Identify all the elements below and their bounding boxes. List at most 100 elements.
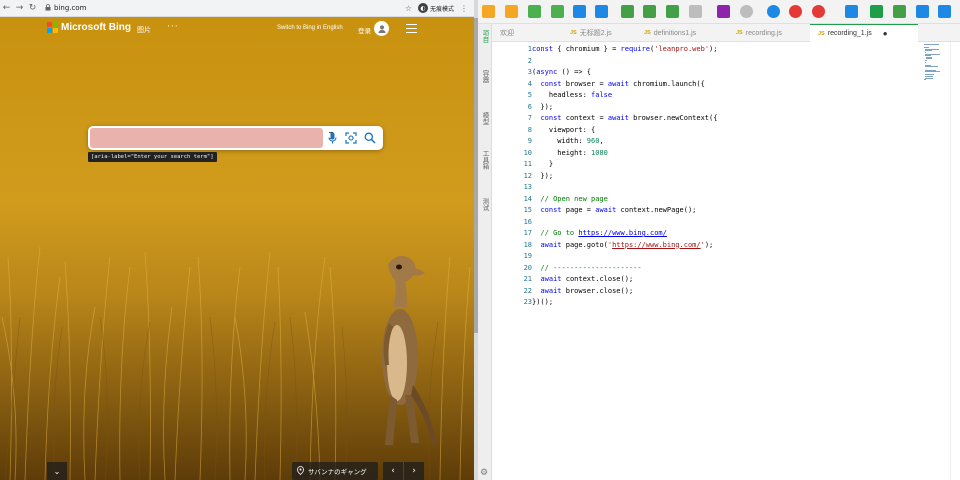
code-line[interactable]: // --------------------- [532, 263, 642, 275]
sidebar-tab-test[interactable]: 测试 [479, 198, 491, 211]
code-token: const [540, 79, 562, 88]
forward-button[interactable]: → [13, 1, 26, 16]
line-number: 3 [527, 68, 532, 76]
address-bar: ← → ↻ bing.com ☆ ◐ 无痕模式 ⋮ [0, 0, 474, 17]
code-token: false [591, 91, 613, 99]
url-field[interactable]: bing.com [45, 3, 405, 13]
record-icon[interactable] [740, 5, 753, 18]
web-icon[interactable] [870, 5, 883, 18]
code-line[interactable]: const { chromium } = require('leanpro.we… [532, 44, 717, 56]
code-line[interactable]: width: 960, [532, 136, 604, 148]
open-icon[interactable] [551, 5, 564, 18]
sidebar-tab-toolbox[interactable]: 工具箱 [479, 150, 491, 170]
incognito-label: 无痕模式 [429, 5, 454, 13]
more-menu-button[interactable]: ··· [167, 22, 179, 32]
menu-kebab-icon[interactable]: ⋮ [460, 4, 468, 13]
user-avatar-icon[interactable] [374, 21, 389, 36]
new-project-icon[interactable] [528, 5, 541, 18]
spy-icon[interactable] [845, 5, 858, 18]
tab-recording-1[interactable]: JS recording_1.js ● [810, 24, 918, 42]
code-editor[interactable]: 1 2 3 4 5 6 7 8 9 10 11 12 13 14 15 16 17 18 19 20 21 22 23 co… [492, 42, 960, 480]
save-all-icon[interactable] [595, 5, 608, 18]
code-line[interactable]: const browser = await chromium.launch({ [532, 79, 704, 91]
address-bar-actions: ☆ ◐ 无痕模式 ⋮ [405, 3, 474, 13]
refresh-icon[interactable] [812, 5, 825, 18]
code-line[interactable]: viewport: { [532, 125, 595, 137]
image-location-button[interactable]: サバンナのギャング [292, 462, 378, 480]
open-folder-icon[interactable] [505, 5, 518, 18]
code-line[interactable]: // Open new page [532, 194, 607, 206]
save-icon[interactable] [573, 5, 586, 18]
js-file-icon: JS [644, 30, 651, 36]
back-button[interactable]: ← [0, 1, 13, 16]
sidebar-tab-model[interactable]: 模型 [479, 112, 491, 125]
code-token: // --------------------- [532, 263, 642, 272]
new-file-icon[interactable] [482, 5, 495, 18]
code-token: } [532, 160, 554, 168]
tab-recording[interactable]: JS recording.js [728, 24, 782, 42]
code-line[interactable]: } [532, 159, 553, 171]
search-icon[interactable] [362, 130, 378, 146]
minimap-line [924, 66, 939, 68]
code-token[interactable]: https://www.bing.com/ [612, 241, 701, 249]
minimap-line [924, 71, 940, 73]
code-line[interactable]: const page = await context.newPage(); [532, 205, 696, 217]
switch-language-link[interactable]: Switch to Bing in English [277, 25, 343, 31]
code-line[interactable]: }); [532, 102, 553, 114]
previous-image-button[interactable]: ‹ [383, 462, 403, 480]
incognito-indicator[interactable]: ◐ 无痕模式 [417, 3, 454, 13]
layout-icon[interactable] [916, 5, 929, 18]
code-line[interactable]: // Go to https://www.bing.com/ [532, 228, 667, 240]
reload-button[interactable]: ↻ [26, 1, 39, 16]
run-all-icon[interactable] [643, 5, 656, 18]
code-line[interactable]: }); [532, 171, 553, 183]
minimap[interactable] [924, 42, 948, 82]
stop-icon[interactable] [689, 5, 702, 18]
code-line[interactable]: headless: false [532, 90, 612, 102]
code-line[interactable]: await page.goto('https://www.bing.com/')… [532, 240, 713, 252]
terminal-icon[interactable] [717, 5, 730, 18]
run-icon[interactable] [666, 5, 679, 18]
code-line[interactable]: height: 1080 [532, 148, 608, 160]
code-token: , [599, 137, 604, 145]
incognito-icon: ◐ [417, 3, 428, 13]
pause-icon[interactable] [767, 5, 780, 18]
code-token[interactable]: https://www.bing.com/ [578, 229, 667, 237]
editor-scrollbar[interactable] [950, 42, 960, 480]
code-line[interactable]: await context.close(); [532, 274, 633, 286]
code-line[interactable]: await browser.close(); [532, 286, 633, 298]
location-pin-icon [297, 465, 304, 477]
stop-record-icon[interactable] [789, 5, 802, 18]
js-file-icon: JS [818, 30, 825, 37]
line-number: 4 [527, 79, 532, 88]
visual-search-icon[interactable] [343, 130, 359, 146]
sign-in-link[interactable]: 登录 [358, 25, 371, 35]
check-icon[interactable] [621, 5, 634, 18]
line-number: 12 [523, 171, 532, 180]
next-image-button[interactable]: › [404, 462, 424, 480]
code-line[interactable]: })(); [532, 297, 553, 309]
gear-icon[interactable]: ⚙ [480, 468, 488, 478]
code-token: page.goto( [561, 240, 608, 249]
tab-definitions1[interactable]: JS definitions1.js [636, 24, 696, 42]
code-token: })(); [532, 298, 554, 306]
tab-welcome[interactable]: 欢迎 [492, 24, 514, 42]
sidebar-tab-project[interactable]: 项目 [479, 30, 491, 43]
hamburger-menu-icon[interactable] [406, 24, 417, 33]
tab-untitled2[interactable]: JS 无标题2.js [562, 24, 612, 42]
search-input[interactable] [90, 128, 323, 148]
code-token: ); [704, 240, 714, 249]
package-icon[interactable] [893, 5, 906, 18]
bing-logo[interactable]: Microsoft Bing [47, 22, 131, 33]
code-line[interactable]: (async () => { [532, 67, 591, 79]
mic-icon[interactable] [324, 130, 340, 146]
sidebar-tab-container[interactable]: 容器 [479, 70, 491, 83]
images-link[interactable]: 图片 [137, 25, 151, 35]
code-line[interactable]: const context = await browser.newContext… [532, 113, 717, 125]
unsaved-indicator[interactable]: ● [883, 29, 888, 38]
help-icon[interactable] [938, 5, 951, 18]
code-token: await [540, 286, 562, 295]
line-number: 13 [523, 183, 532, 191]
star-icon[interactable]: ☆ [405, 4, 412, 13]
collapse-button[interactable]: ⌄ [47, 462, 67, 480]
